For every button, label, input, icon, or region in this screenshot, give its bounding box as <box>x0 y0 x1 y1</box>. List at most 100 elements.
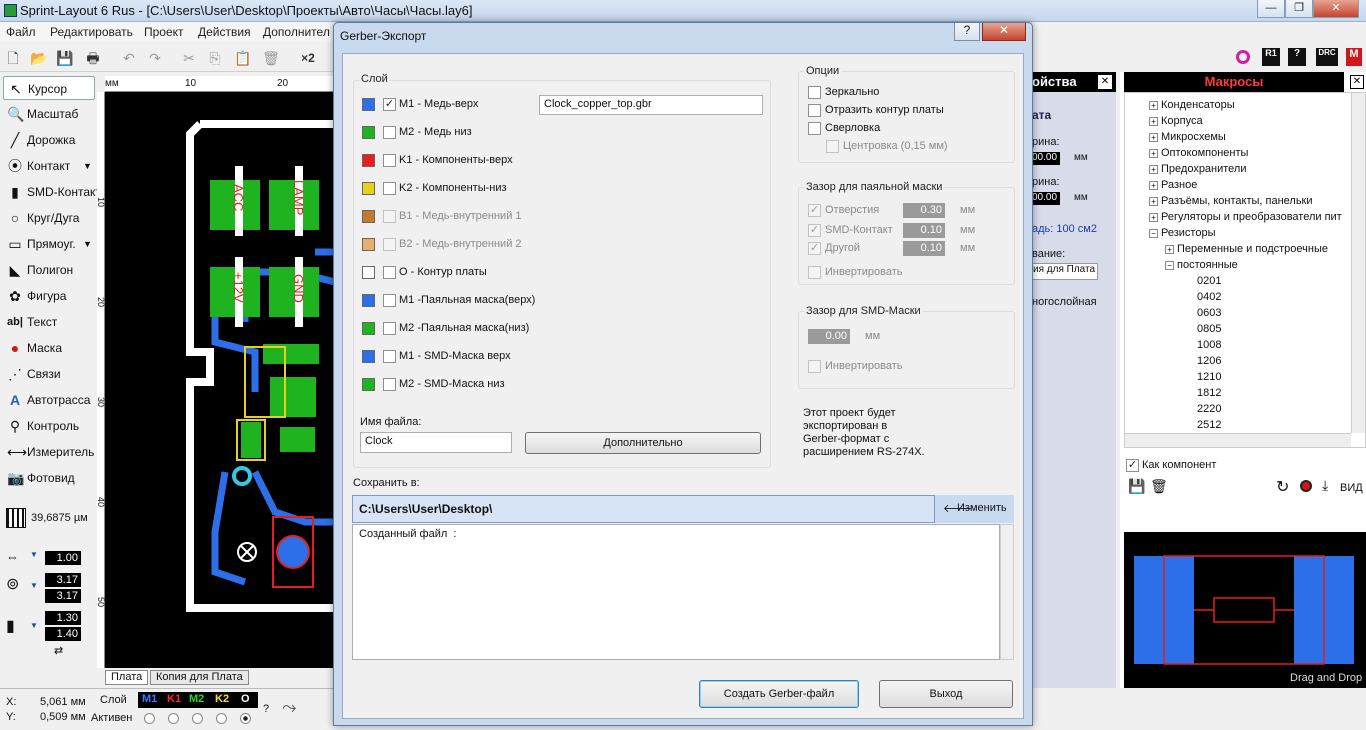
record-icon[interactable] <box>1300 480 1312 492</box>
menu-edit[interactable]: Редактировать <box>50 25 133 39</box>
tool-rectangle[interactable]: ▭ Прямоуг. ▼ <box>3 232 95 256</box>
r1-icon[interactable]: R1 <box>1262 48 1280 66</box>
dropdown-arrow-icon[interactable]: ▼ <box>83 232 92 256</box>
delete-macro-icon[interactable]: 🗑 <box>1150 478 1168 495</box>
filename-field[interactable]: Clock <box>360 432 512 453</box>
layer-checkbox[interactable] <box>383 238 396 251</box>
rotate-icon[interactable]: ↻ <box>1276 477 1289 497</box>
tree-item[interactable]: + Переменные и подстроечные <box>1165 241 1328 257</box>
save-icon[interactable]: 💾 <box>56 49 74 67</box>
smd-mask-gap-value[interactable]: 0.00 <box>808 329 850 344</box>
props-name-field[interactable]: ия для Плата <box>1032 263 1098 280</box>
more-button[interactable]: Дополнительно <box>525 432 761 454</box>
tree-item[interactable]: + Оптокомпоненты <box>1149 145 1248 161</box>
tree-leaf[interactable]: 1812 <box>1197 385 1221 401</box>
smd-gap-value[interactable]: 0.10 <box>903 223 945 238</box>
other-checkbox[interactable]: ✓ <box>808 242 821 255</box>
tool-smd-pad[interactable]: ▮ SMD-Контакт <box>3 180 101 204</box>
center-drill-checkbox[interactable] <box>826 140 839 153</box>
layer-checkbox[interactable]: ✓ <box>383 98 396 111</box>
layer-checkbox[interactable] <box>383 350 396 363</box>
download-icon[interactable]: ⤓ <box>1322 477 1328 494</box>
layer-checkbox[interactable] <box>383 378 396 391</box>
log-area[interactable] <box>352 524 1000 660</box>
invert-smd-checkbox[interactable] <box>808 360 821 373</box>
maximize-button[interactable]: ❐ <box>1285 0 1313 18</box>
close-icon[interactable]: ✕ <box>1350 75 1364 89</box>
close-window-button[interactable]: ✕ <box>1313 0 1359 18</box>
mirror-checkbox[interactable] <box>808 86 821 99</box>
tab-board-copy[interactable]: Копия для Плата <box>150 670 249 685</box>
dropdown-arrow-icon[interactable]: ▼ <box>83 154 92 178</box>
smd-pad-checkbox[interactable]: ✓ <box>808 224 821 237</box>
tree-item[interactable]: + Разное <box>1149 177 1197 193</box>
tool-photoview[interactable]: 📷 Фотовид <box>3 466 95 490</box>
holes-checkbox[interactable]: ✓ <box>808 204 821 217</box>
layer-checkbox[interactable] <box>383 294 396 307</box>
change-button[interactable]: 🡐 Изменить <box>934 495 1014 523</box>
tree-leaf[interactable]: 2220 <box>1197 401 1221 417</box>
active-radio-k1[interactable] <box>168 713 179 724</box>
tree-item[interactable]: + Корпуса <box>1149 113 1203 129</box>
open-folder-icon[interactable]: 📂 <box>30 49 48 67</box>
active-radio-m1[interactable] <box>144 713 155 724</box>
cut-icon[interactable]: ✂ <box>180 49 198 67</box>
tree-item[interactable]: − Резисторы <box>1149 225 1215 241</box>
tool-autoroute[interactable]: A Автотрасса <box>3 388 95 412</box>
layer-checkbox[interactable] <box>383 266 396 279</box>
pad-inner-value[interactable]: 3.17 <box>45 589 81 603</box>
dropdown-arrow-icon[interactable]: ▼ <box>30 621 38 630</box>
dropdown-arrow-icon[interactable]: ▼ <box>30 550 38 559</box>
log-scrollbar[interactable] <box>1000 524 1014 660</box>
active-radio-m2[interactable] <box>192 713 203 724</box>
mirror-outline-checkbox[interactable] <box>808 104 821 117</box>
duplicate-x2-button[interactable]: ×2 <box>296 49 320 67</box>
delete-icon[interactable]: 🗑 <box>262 49 280 67</box>
tree-item[interactable]: + Разъёмы, контакты, панельки <box>1149 193 1313 209</box>
new-file-icon[interactable]: 🗋 <box>4 49 22 67</box>
tree-leaf[interactable]: 1206 <box>1197 353 1221 369</box>
tool-zoom[interactable]: 🔍 Масштаб <box>3 102 95 126</box>
exit-button[interactable]: Выход <box>879 680 1013 708</box>
tool-circle-arc[interactable]: ○ Круг/Дуга <box>3 206 95 230</box>
tab-board[interactable]: Плата <box>105 670 149 685</box>
tree-item[interactable]: + Микросхемы <box>1149 129 1226 145</box>
tree-leaf[interactable]: 1008 <box>1197 337 1221 353</box>
other-gap-value[interactable]: 0.10 <box>903 241 945 256</box>
menu-actions[interactable]: Действия <box>198 25 251 39</box>
tool-polygon[interactable]: ◣ Полигон <box>3 258 95 282</box>
redo-icon[interactable]: ↷ <box>146 49 164 67</box>
tree-leaf[interactable]: 1210 <box>1197 369 1221 385</box>
dropdown-arrow-icon[interactable]: ▼ <box>30 581 38 590</box>
as-component-checkbox[interactable]: ✓ <box>1126 459 1139 472</box>
tool-mask[interactable]: ● Маска <box>3 336 95 360</box>
layer-k2[interactable]: K2 <box>215 693 229 705</box>
tree-leaf[interactable]: 0402 <box>1197 289 1221 305</box>
invert-mask-checkbox[interactable] <box>808 266 821 279</box>
layer-checkbox[interactable] <box>383 210 396 223</box>
track-tool-icon[interactable]: ⤳ <box>282 697 296 718</box>
print-icon[interactable]: 🖶 <box>84 49 102 67</box>
paste-icon[interactable]: 📋 <box>234 49 252 67</box>
layer-k1[interactable]: K1 <box>167 693 181 705</box>
holes-gap-value[interactable]: 0.30 <box>903 203 945 218</box>
create-gerber-button[interactable]: Создать Gerber-файл <box>699 680 859 708</box>
copy-icon[interactable]: ⎘ <box>206 49 224 67</box>
tree-item[interactable]: + Предохранители <box>1149 161 1247 177</box>
close-dialog-button[interactable]: ✕ <box>982 23 1026 41</box>
tree-leaf[interactable]: 0805 <box>1197 321 1221 337</box>
layer-checkbox[interactable] <box>383 322 396 335</box>
tool-links[interactable]: ⋰ Связи <box>3 362 95 386</box>
layer-o[interactable]: O <box>241 693 250 705</box>
tree-item[interactable]: + Регуляторы и преобразователи пит <box>1149 209 1342 225</box>
swap-icon[interactable]: ⇄ <box>54 644 63 657</box>
layer-checkbox[interactable] <box>383 182 396 195</box>
smd-height-value[interactable]: 1.40 <box>45 627 81 641</box>
tree-leaf[interactable]: 0201 <box>1197 273 1221 289</box>
pcb-canvas[interactable]: ACC LAMP +12V GND <box>105 92 335 668</box>
grid-icon[interactable] <box>6 508 26 528</box>
smd-width-value[interactable]: 1.30 <box>45 611 81 625</box>
tool-pad[interactable]: ⦿ Контакт ▼ <box>3 154 95 178</box>
layer-file-field[interactable]: Clock_copper_top.gbr <box>539 95 763 115</box>
minimize-button[interactable]: — <box>1257 0 1285 18</box>
